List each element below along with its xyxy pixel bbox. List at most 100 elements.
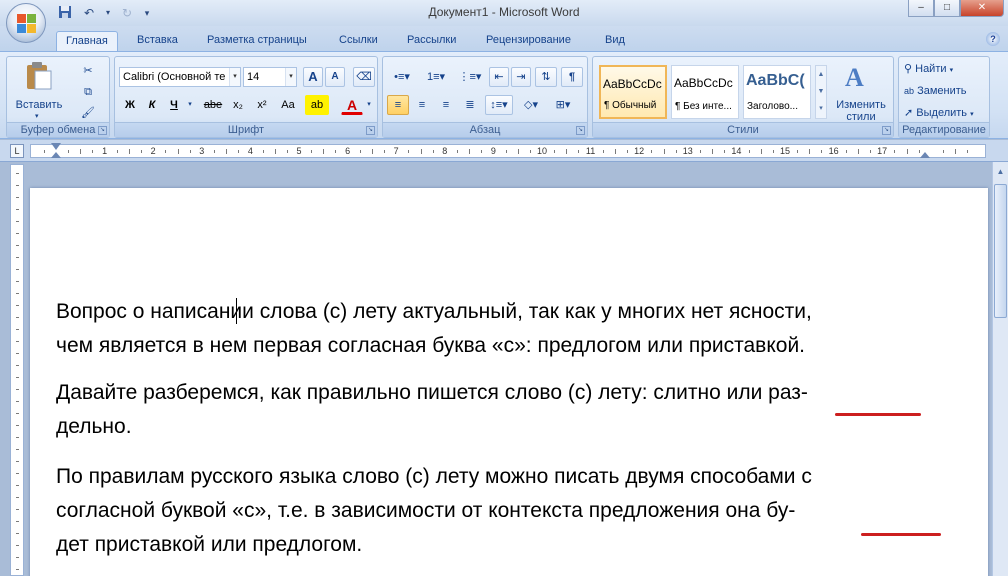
maximize-button[interactable]: □ [934,0,960,17]
horizontal-ruler[interactable]: 1 2 3 4 5 6 7 8 9 10 11 12 13 14 15 16 17 [30,143,986,158]
tab-view[interactable]: Вид [605,31,625,51]
ruler-tick [797,150,799,153]
font-size-combo[interactable]: 14 ▾ [243,67,297,87]
shrink-font-button[interactable]: A [325,67,345,87]
align-right-icon[interactable]: ≡ [435,95,457,115]
chevron-down-icon: ▾ [949,67,954,74]
replace-label: Заменить [917,85,967,97]
window-controls: – □ ✕ [908,0,1004,17]
ruler-tick [16,221,19,222]
paragraph-1[interactable]: Вопрос о написании слова (с) лету актуал… [56,295,936,363]
font-color-button[interactable]: A [341,95,363,115]
paragraph-2[interactable]: Давайте разберемся, как правильно пишетс… [56,376,936,444]
show-marks-button[interactable]: ¶ [561,67,583,87]
underline-button[interactable]: Ч [165,95,183,115]
grow-font-button[interactable]: A [303,67,323,87]
tab-review[interactable]: Рецензирование [486,31,571,51]
ruler-tick [857,149,859,154]
tab-mailings[interactable]: Рассылки [407,31,456,51]
hanging-indent-marker[interactable] [51,152,61,158]
bold-button[interactable]: Ж [121,95,139,115]
text-line: дет приставкой или предлогом. [56,533,363,556]
minimize-button[interactable]: – [908,0,934,17]
ruler-tick [529,150,531,153]
ruler-tick [16,353,19,354]
close-button[interactable]: ✕ [960,0,1004,17]
tab-selector-icon[interactable]: L [10,144,24,158]
chevron-down-icon[interactable]: ▾ [185,95,195,115]
replace-button[interactable]: ab Заменить [901,81,987,101]
subscript-button[interactable]: x₂ [227,95,249,115]
dialog-launcher-icon[interactable]: ↘ [98,126,107,135]
vertical-scrollbar[interactable]: ▲ [992,162,1008,576]
clear-formatting-icon[interactable]: ⌫ [353,67,375,87]
strikethrough-button[interactable]: abe [201,95,225,115]
justify-icon[interactable]: ≣ [459,95,481,115]
ribbon-tabs: Главная Вставка Разметка страницы Ссылки… [0,26,1008,51]
styles-scroll[interactable]: ▲ ▼ ▾ [815,65,827,119]
ruler-tick [906,149,908,154]
ruler-tick [359,150,361,153]
ruler-number: 9 [490,146,496,156]
help-icon[interactable]: ? [986,32,1000,46]
dialog-launcher-icon[interactable]: ↘ [576,126,585,135]
chevron-down-icon[interactable]: ▾ [364,95,374,115]
change-case-button[interactable]: Aa [275,95,301,115]
binoculars-icon: ⚲ [904,63,913,75]
find-button[interactable]: ⚲ Найти ▾ [901,59,987,79]
tab-home[interactable]: Главная [56,31,118,51]
italic-button[interactable]: К [143,95,161,115]
font-name-combo[interactable]: Calibri (Основной те ▾ [119,67,241,87]
ruler-tick [335,150,337,153]
change-styles-button[interactable]: A Изменить стили [831,59,893,123]
style-name: ¶ Без инте... [675,101,732,112]
line-spacing-icon[interactable]: ↕≡▾ [485,95,513,115]
font-group: Calibri (Основной те ▾ 14 ▾ A A ⌫ Ж К Ч … [114,56,378,138]
ruler-tick [16,497,19,498]
dialog-launcher-icon[interactable]: ↘ [882,126,891,135]
right-indent-marker[interactable] [920,152,930,158]
cut-icon[interactable]: ✂ [79,61,97,81]
style-heading1[interactable]: AaBbC( Заголово... [743,65,811,119]
ruler-tick [942,150,944,153]
paste-button[interactable]: Вставить ▾ [15,59,63,120]
align-center-icon[interactable]: ≡ [411,95,433,115]
tab-references[interactable]: Ссылки [339,31,378,51]
sort-icon[interactable]: ⇅ [535,67,557,87]
text-line: Вопрос о написании слова (с) лету актуал… [56,300,812,323]
clipboard-icon [27,62,52,90]
tab-insert[interactable]: Вставка [137,31,178,51]
paragraph-3[interactable]: По правилам русского языка слово (с) лет… [56,460,936,562]
multilevel-list-icon[interactable]: ⋮≡▾ [455,67,485,87]
office-button[interactable] [6,3,46,43]
ruler-tick [16,305,19,306]
chevron-down-icon: ▾ [970,111,974,118]
style-no-spacing[interactable]: AaBbCcDc ¶ Без инте... [671,65,739,119]
bullets-icon[interactable]: •≡▾ [387,67,417,87]
format-painter-icon[interactable]: 🖌 [79,103,97,123]
scrollbar-thumb[interactable] [994,184,1007,318]
dialog-launcher-icon[interactable]: ↘ [366,126,375,135]
borders-icon[interactable]: ⊞▾ [549,95,577,115]
chevron-down-icon[interactable]: ▾ [229,68,240,86]
chevron-down-icon[interactable]: ▾ [285,68,296,86]
numbering-icon[interactable]: 1≡▾ [421,67,451,87]
shading-icon[interactable]: ◇▾ [517,95,545,115]
scroll-up-icon[interactable]: ▲ [994,164,1007,180]
style-normal[interactable]: AaBbCcDc ¶ Обычный [599,65,667,119]
change-styles-label: Изменить стили [836,99,886,123]
highlight-button[interactable]: ab [305,95,329,115]
superscript-button[interactable]: x² [251,95,273,115]
ruler-number: 13 [682,146,693,156]
document-page[interactable]: Вопрос о написании слова (с) лету актуал… [30,188,988,576]
text-line: чем является в нем первая согласная букв… [56,334,806,357]
vertical-ruler[interactable] [10,164,24,576]
first-line-indent-marker[interactable] [51,143,61,150]
tab-page-layout[interactable]: Разметка страницы [207,31,307,51]
copy-icon[interactable]: ⧉ [79,82,97,102]
select-button[interactable]: ➚ Выделить ▾ [901,103,987,123]
cursor-icon: ➚ [904,107,914,119]
decrease-indent-icon[interactable]: ⇤ [489,67,509,87]
align-left-icon[interactable]: ≡ [387,95,409,115]
increase-indent-icon[interactable]: ⇥ [511,67,531,87]
